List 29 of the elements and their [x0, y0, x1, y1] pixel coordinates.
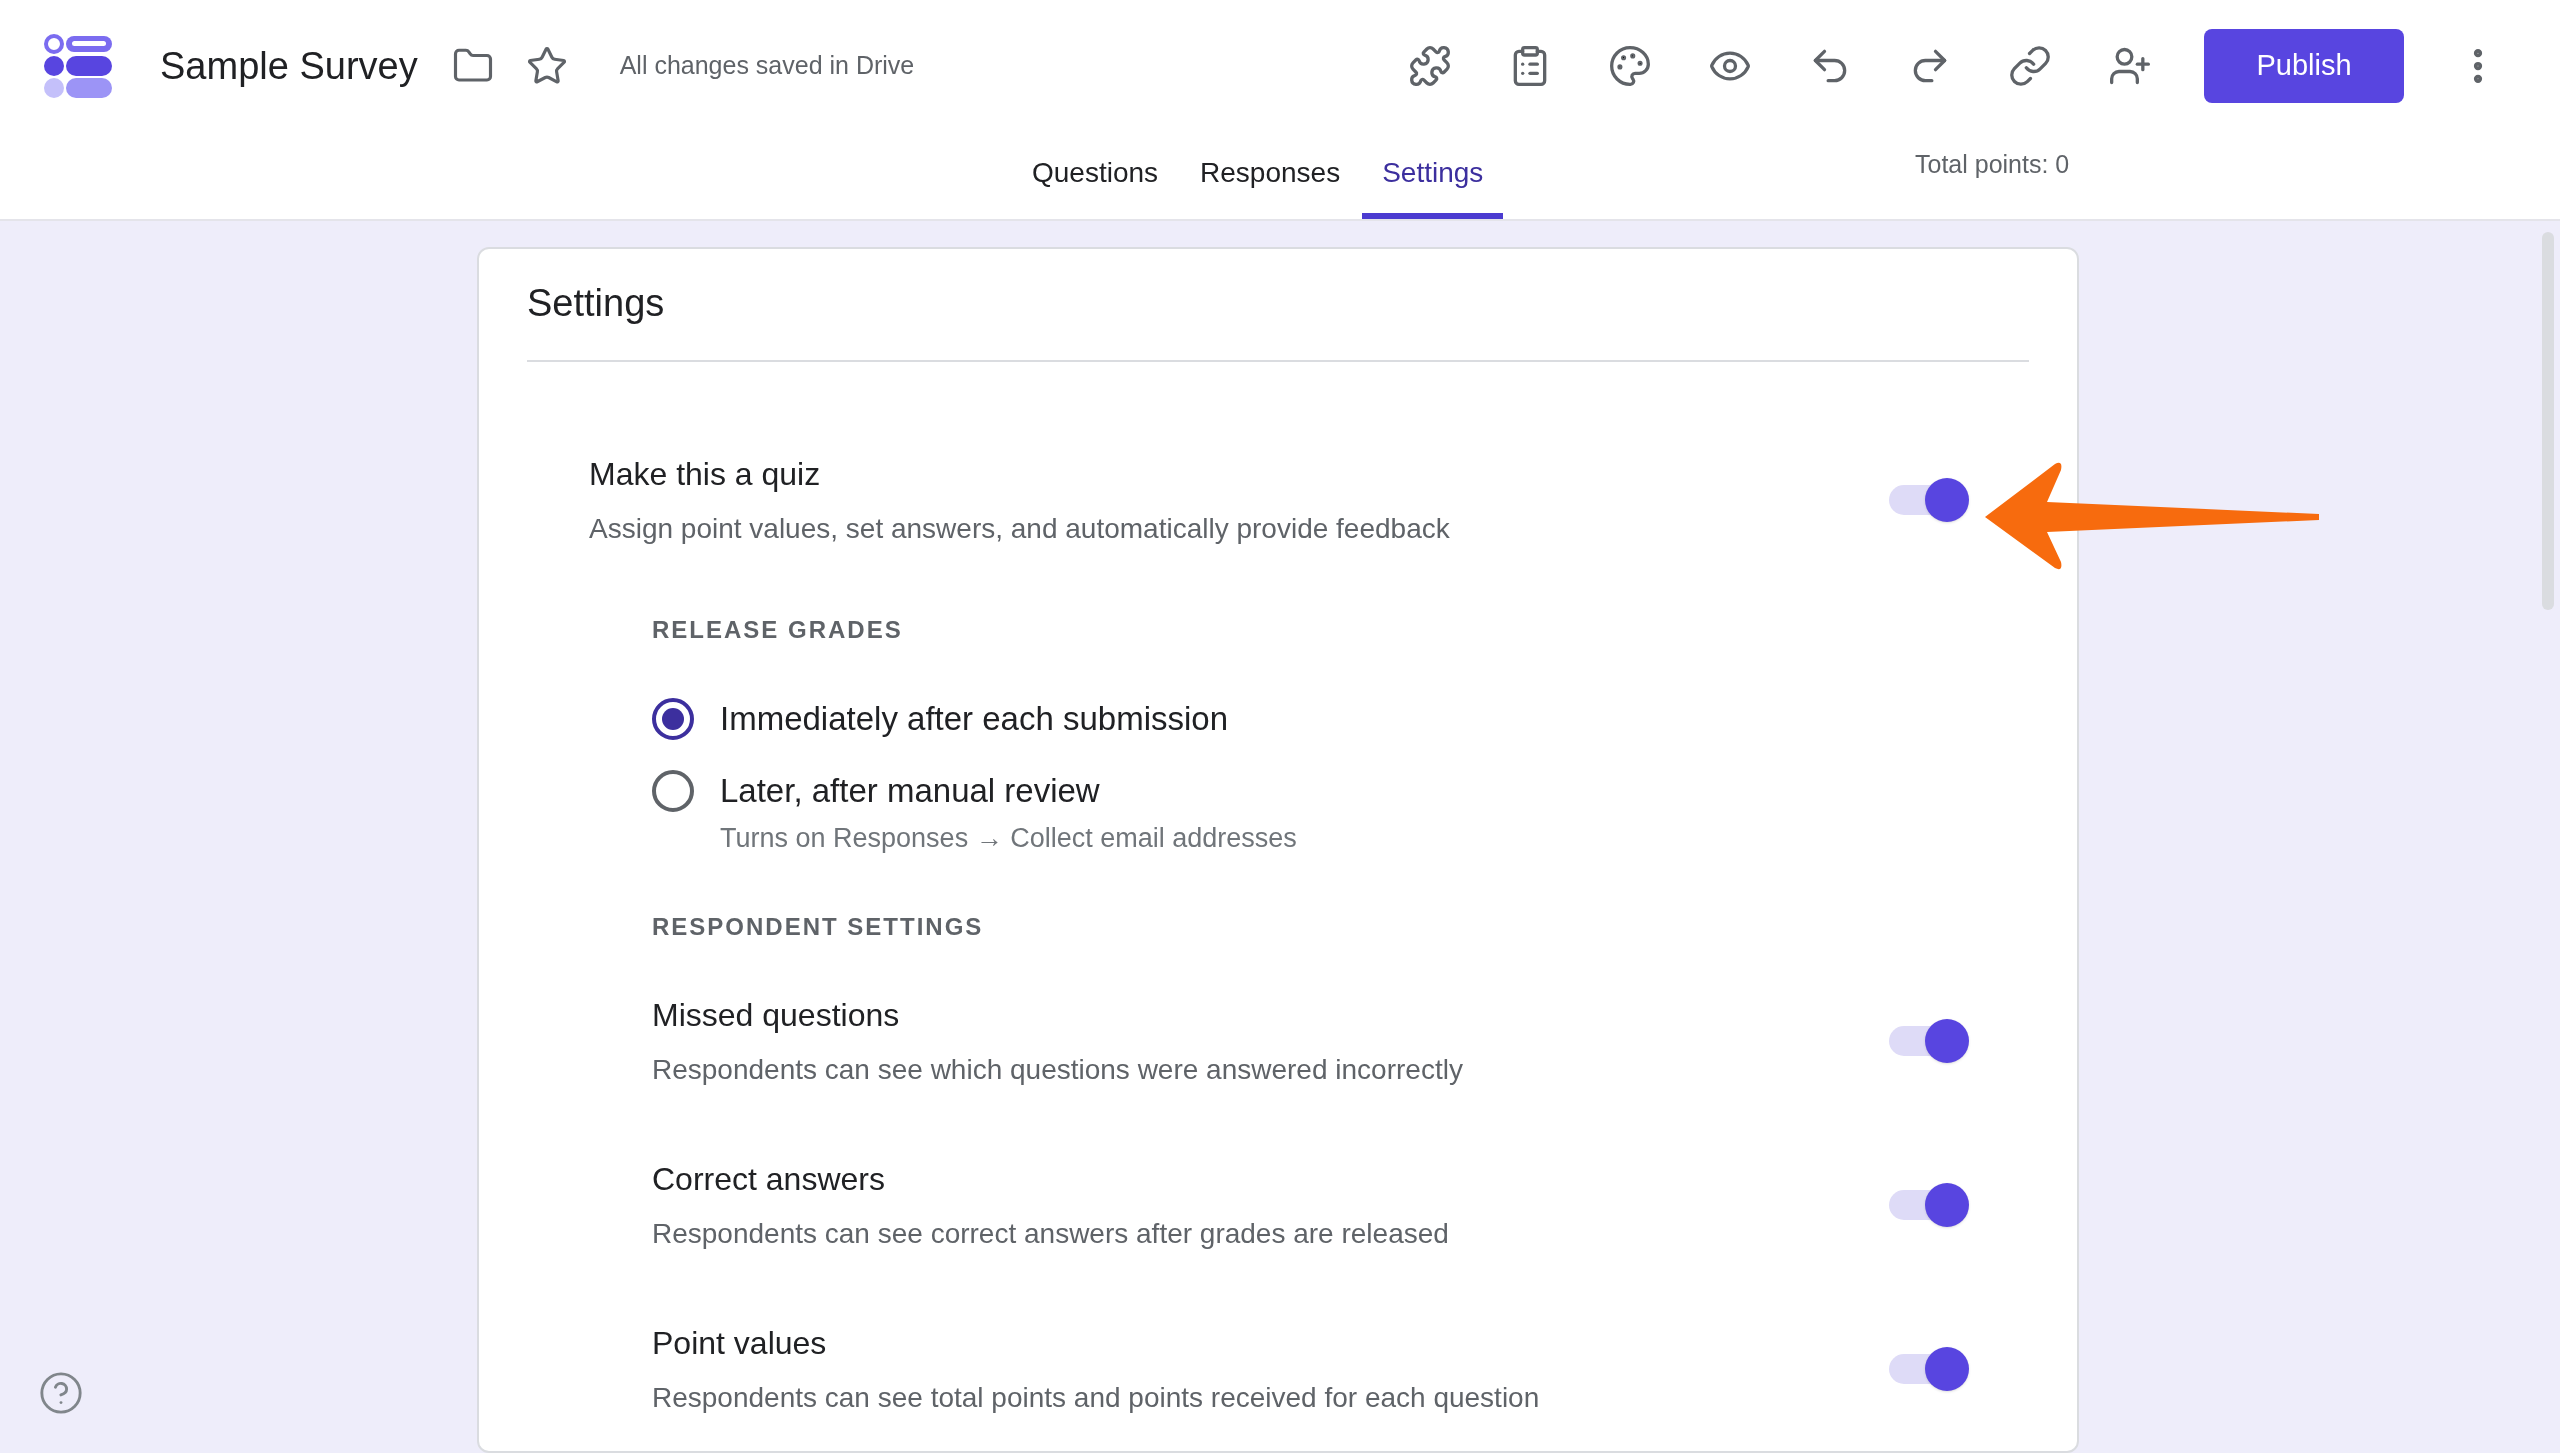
publish-button[interactable]: Publish: [2204, 29, 2404, 103]
scrollbar[interactable]: [2542, 232, 2554, 610]
puzzle-icon[interactable]: [1408, 44, 1452, 88]
section-heading: RELEASE GRADES: [652, 615, 904, 645]
tab[interactable]: Settings: [1362, 132, 1504, 219]
card-title: Settings: [527, 281, 666, 326]
radio-label: Immediately after each submission: [720, 699, 1229, 739]
setting-title: Point values: [652, 1323, 828, 1363]
radio-button[interactable]: [652, 698, 694, 740]
radio-label: Later, after manual review: [720, 771, 1101, 811]
setting-description: Respondents can see which questions were answered incorrectly: [652, 1052, 1464, 1087]
tab[interactable]: Responses: [1180, 132, 1361, 219]
setting-description: Respondents can see correct answers after grades are released: [652, 1216, 1450, 1251]
section-heading: RESPONDENT SETTINGS: [652, 911, 985, 942]
setting-description: Assign point values, set answers, and automatically provide feedback: [589, 512, 1451, 546]
radio-hint: Turns on Responses → Collect email addresses: [720, 822, 1297, 855]
save-status: All changes saved in Drive: [619, 50, 915, 82]
setting-title: Correct answers: [652, 1159, 886, 1199]
palette-icon[interactable]: [1608, 44, 1652, 88]
help-icon[interactable]: [38, 1370, 84, 1416]
form-title[interactable]: Sample Survey: [160, 37, 418, 95]
tab[interactable]: Questions: [1012, 132, 1179, 219]
app-logo: [44, 34, 112, 98]
setting-title: Make this a quiz: [589, 455, 822, 494]
setting-description: Respondents can see total points and points received for each question: [652, 1380, 1541, 1415]
total-points: Total points: 0: [1915, 149, 2070, 180]
radio-button[interactable]: [652, 770, 694, 812]
link-icon[interactable]: [2008, 44, 2052, 88]
setting-title: Missed questions: [652, 995, 901, 1035]
